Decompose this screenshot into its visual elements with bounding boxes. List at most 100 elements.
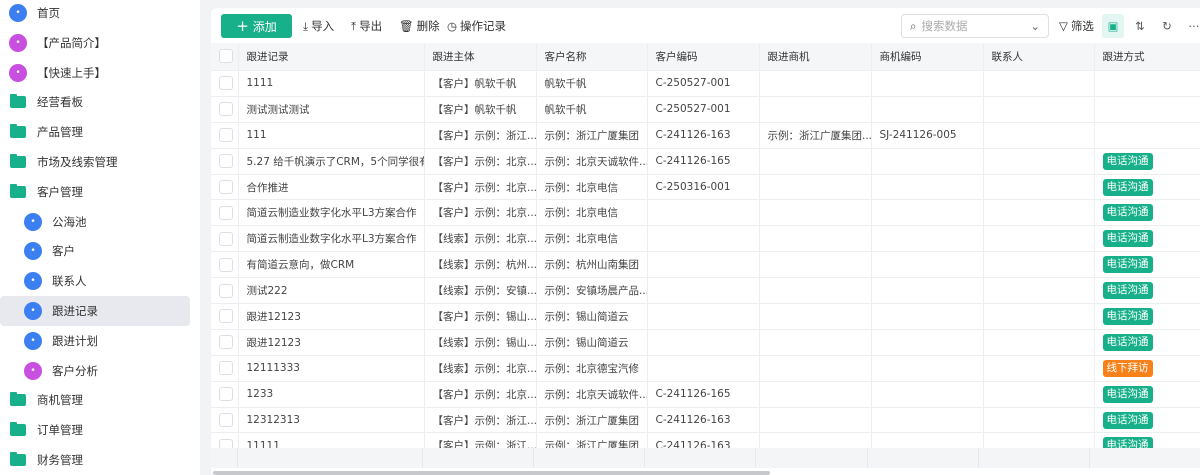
sidebar-item-2[interactable]: • 【快速上手】 bbox=[0, 58, 190, 88]
table-cell bbox=[759, 70, 872, 97]
table-row[interactable]: 跟进12123 【线索】示例：锡山... 示例：锡山简道云 电话沟通 bbox=[211, 329, 1200, 356]
table-cell bbox=[871, 251, 984, 279]
folder-icon bbox=[10, 94, 26, 109]
sidebar-item-12[interactable]: • 客户分析 bbox=[0, 356, 190, 386]
sidebar-item-7[interactable]: • 公海池 bbox=[0, 207, 190, 237]
sidebar-item-6[interactable]: 客户管理 bbox=[0, 177, 190, 207]
table-cell bbox=[759, 96, 872, 123]
sidebar-item-14[interactable]: 订单管理 bbox=[0, 415, 190, 445]
column-header[interactable]: 跟进方式 bbox=[1094, 43, 1200, 71]
delete-button[interactable]: 🗑 删除 bbox=[399, 14, 440, 38]
table-cell bbox=[983, 381, 1095, 408]
sidebar-item-10[interactable]: • 跟进记录 bbox=[0, 296, 190, 326]
sidebar-item-8[interactable]: • 客户 bbox=[0, 236, 190, 266]
table-row[interactable]: 111 【客户】示例：浙江... 示例：浙江广厦集团 C-241126-163 示例：浙… bbox=[211, 122, 1200, 149]
import-button[interactable]: ⤓ 导入 bbox=[303, 14, 334, 38]
sidebar-item-5[interactable]: 市场及线索管理 bbox=[0, 147, 190, 177]
table-row[interactable]: 有简道云意向，做CRM 【线索】示例：杭州... 示例：杭州山南集团 电话沟通 bbox=[211, 251, 1200, 279]
table-row[interactable]: 1111 【客户】帆软千帆 帆软千帆 C-250527-001 bbox=[211, 70, 1200, 97]
sidebar-item-3[interactable]: 经营看板 bbox=[0, 87, 190, 117]
row-checkbox[interactable] bbox=[219, 128, 233, 143]
table-cell: 111 bbox=[238, 122, 425, 149]
table-cell: C-241126-163 bbox=[647, 407, 760, 434]
folder-icon bbox=[10, 422, 26, 437]
row-checkbox-cell bbox=[211, 70, 239, 97]
column-header[interactable]: 客户编码 bbox=[647, 43, 760, 71]
table-cell: C-241126-163 bbox=[647, 122, 760, 149]
add-button[interactable]: + 添加 bbox=[221, 14, 292, 38]
export-button[interactable]: ⤒ 导出 bbox=[351, 14, 382, 38]
table-cell bbox=[759, 303, 872, 330]
follow-method-tag: 电话沟通 bbox=[1102, 282, 1153, 300]
column-header[interactable]: 跟进记录 bbox=[238, 43, 425, 71]
row-checkbox[interactable] bbox=[219, 335, 233, 350]
folder-icon bbox=[10, 392, 26, 407]
row-checkbox[interactable] bbox=[219, 257, 233, 272]
sidebar-item-13[interactable]: 商机管理 bbox=[0, 385, 190, 415]
row-checkbox[interactable] bbox=[219, 102, 233, 117]
column-header[interactable]: 跟进主体 bbox=[424, 43, 537, 71]
select-all-checkbox[interactable] bbox=[219, 49, 233, 64]
folder-open-icon bbox=[10, 183, 26, 198]
refresh-button[interactable]: ↻ bbox=[1156, 14, 1178, 38]
sidebar-item-1[interactable]: • 【产品简介】 bbox=[0, 28, 190, 58]
table-cell bbox=[871, 407, 984, 434]
more-button[interactable]: ⋯ bbox=[1183, 14, 1200, 38]
table-row[interactable]: 12312313 【客户】示例：浙江... 示例：浙江广厦集团 C-241126-16… bbox=[211, 407, 1200, 434]
table-row[interactable]: 5.27 给千帆演示了CRM，5个同学很有... 【客户】示例：北京... 示例：北… bbox=[211, 148, 1200, 175]
table-cell: 电话沟通 bbox=[1094, 329, 1200, 356]
sidebar-item-9[interactable]: • 联系人 bbox=[0, 266, 190, 296]
row-checkbox[interactable] bbox=[219, 361, 233, 376]
row-checkbox[interactable] bbox=[219, 309, 233, 324]
table-cell: 示例：杭州山南集团 bbox=[536, 251, 648, 279]
table-cell: 简道云制造业数字化水平L3方案合作 bbox=[238, 225, 425, 253]
table-row[interactable]: 简道云制造业数字化水平L3方案合作 【线索】示例：北京... 示例：北京电信 电话沟通 bbox=[211, 225, 1200, 253]
table-cell: 12312313 bbox=[238, 407, 425, 434]
row-checkbox[interactable] bbox=[219, 387, 233, 402]
filter-button[interactable]: ▽ 筛选 bbox=[1059, 14, 1094, 38]
table-row[interactable]: 1233 【客户】示例：北京... 示例：北京天诚软件... C-241126-165… bbox=[211, 381, 1200, 408]
operation-log-button[interactable]: ◷ 操作记录 bbox=[447, 14, 506, 38]
table-cell bbox=[983, 199, 1095, 227]
row-checkbox[interactable] bbox=[219, 76, 233, 91]
table-cell: C-250316-001 bbox=[647, 174, 760, 201]
table-cell: 【线索】示例：北京... bbox=[424, 355, 537, 382]
row-checkbox[interactable] bbox=[219, 231, 233, 246]
table-row[interactable]: 跟进12123 【客户】示例：锡山... 示例：锡山简道云 电话沟通 bbox=[211, 303, 1200, 330]
table-cell: SJ-241126-005 bbox=[871, 122, 984, 149]
column-header[interactable]: 客户名称 bbox=[536, 43, 648, 71]
column-header[interactable]: 跟进商机 bbox=[759, 43, 872, 71]
table-cell bbox=[759, 329, 872, 356]
table-row[interactable]: 12111333 【线索】示例：北京... 示例：北京德宝汽修 线下拜访 bbox=[211, 355, 1200, 382]
table-row[interactable]: 合作推进 【客户】示例：北京... 示例：北京电信 C-250316-001 电话沟通 bbox=[211, 174, 1200, 201]
sidebar-item-15[interactable]: 财务管理 bbox=[0, 445, 190, 475]
table-cell: 帆软千帆 bbox=[536, 70, 648, 97]
row-checkbox[interactable] bbox=[219, 180, 233, 194]
sidebar-item-11[interactable]: • 跟进计划 bbox=[0, 326, 190, 356]
horizontal-scrollbar[interactable] bbox=[213, 471, 770, 475]
summary-row bbox=[211, 448, 1200, 468]
table-cell: 电话沟通 bbox=[1094, 225, 1200, 253]
row-checkbox[interactable] bbox=[219, 154, 233, 169]
table-row[interactable]: 简道云制造业数字化水平L3方案合作 【客户】示例：北京... 示例：北京电信 电话沟通 bbox=[211, 199, 1200, 227]
sidebar-item-0[interactable]: • 首页 bbox=[0, 0, 190, 28]
row-checkbox[interactable] bbox=[219, 205, 233, 220]
sidebar-item-4[interactable]: 产品管理 bbox=[0, 117, 190, 147]
row-checkbox-cell bbox=[211, 407, 239, 434]
column-header[interactable]: 联系人 bbox=[983, 43, 1095, 71]
table-cell bbox=[871, 96, 984, 123]
search-input[interactable]: ⌕ 搜索数据 ⌄ bbox=[901, 14, 1049, 38]
column-header[interactable]: 商机编码 bbox=[871, 43, 984, 71]
table-cell: 跟进12123 bbox=[238, 329, 425, 356]
row-checkbox[interactable] bbox=[219, 413, 233, 428]
view-toggle-button[interactable]: ▣ bbox=[1102, 14, 1124, 38]
table-row[interactable]: 测试测试测试 【客户】帆软千帆 帆软千帆 C-250527-001 bbox=[211, 96, 1200, 123]
sort-button[interactable]: ⇅ bbox=[1129, 14, 1151, 38]
row-checkbox[interactable] bbox=[219, 283, 233, 298]
table-cell: 示例：锡山简道云 bbox=[536, 329, 648, 356]
table-cell bbox=[983, 251, 1095, 279]
table-row[interactable]: 测试222 【线索】示例：安镇... 示例：安镇场晨产品... 电话沟通 bbox=[211, 277, 1200, 305]
table-cell bbox=[759, 355, 872, 382]
trash-icon: 🗑 bbox=[399, 19, 414, 33]
row-checkbox-cell bbox=[211, 381, 239, 408]
